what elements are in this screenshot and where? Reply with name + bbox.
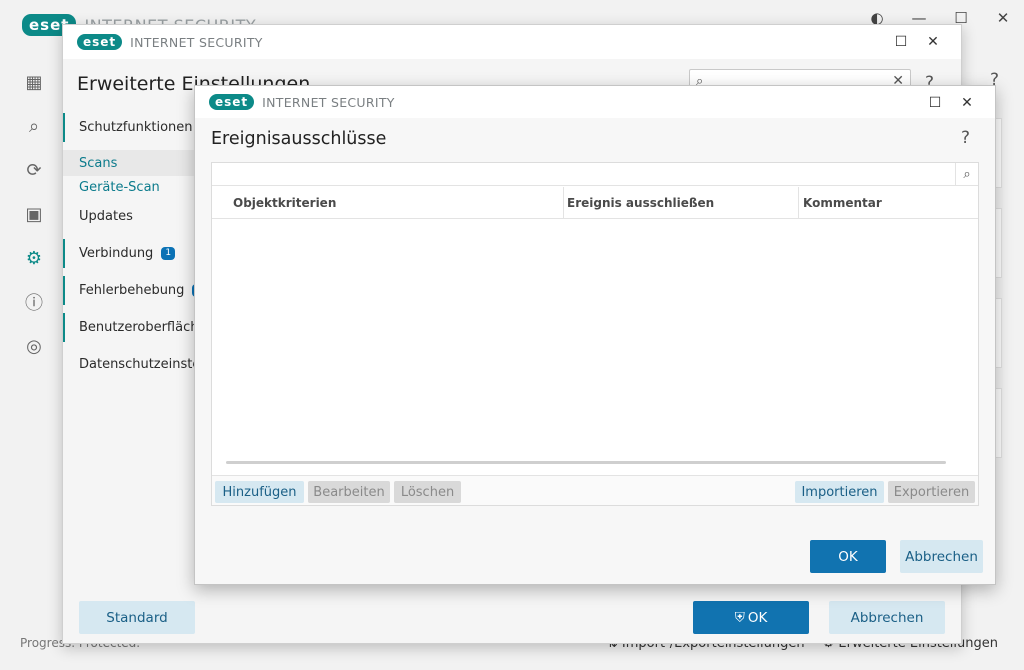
sidebar-subitem-device-scan[interactable]: Geräte-Scan bbox=[63, 176, 203, 198]
table-header: Objektkriterien Ereignis ausschließen Ko… bbox=[212, 187, 978, 219]
column-header-excluded-event[interactable]: Ereignis ausschließen bbox=[564, 187, 799, 218]
maximize-icon[interactable]: ☐ bbox=[885, 31, 917, 53]
account-icon[interactable]: ◎ bbox=[18, 330, 50, 362]
horizontal-scrollbar[interactable] bbox=[226, 461, 946, 464]
export-button[interactable]: Exportieren bbox=[888, 481, 975, 503]
settings-gear-icon[interactable]: ⚙ bbox=[18, 242, 50, 274]
sidebar-item-connection[interactable]: Verbindung 1 bbox=[63, 235, 203, 272]
tools-icon[interactable]: ▣ bbox=[18, 198, 50, 230]
sidebar-item-privacy[interactable]: Datenschutzeinstellungen bbox=[63, 346, 203, 383]
advanced-ok-button[interactable]: ⛨ OK bbox=[693, 601, 809, 634]
dialog-help-icon[interactable]: ? bbox=[961, 128, 970, 148]
table-actions: Hinzufügen Bearbeiten Löschen Importiere… bbox=[212, 475, 978, 505]
dialog-cancel-button[interactable]: Abbrechen bbox=[900, 540, 983, 573]
scan-icon[interactable]: ⌕ bbox=[18, 110, 50, 142]
advanced-sidebar: Schutzfunktionen 1 Scans Geräte-Scan Upd… bbox=[63, 109, 203, 383]
help-icon[interactable]: ⓘ bbox=[18, 286, 50, 318]
dialog-window-controls: ☐ ✕ bbox=[919, 92, 983, 114]
event-exclusions-dialog: eset INTERNET SECURITY ☐ ✕ Ereignisaussc… bbox=[194, 85, 996, 585]
main-nav: ▦ ⌕ ⟳ ▣ ⚙ ⓘ ◎ bbox=[18, 66, 62, 374]
advanced-product-name: INTERNET SECURITY bbox=[130, 34, 263, 50]
sidebar-item-scans[interactable]: Scans bbox=[63, 150, 203, 176]
sidebar-item-protection[interactable]: Schutzfunktionen 1 bbox=[63, 109, 203, 146]
exclusions-table: ⌕ Objektkriterien Ereignis ausschließen … bbox=[211, 162, 979, 506]
column-header-object-criteria[interactable]: Objektkriterien bbox=[212, 187, 564, 218]
sidebar-item-troubleshooting[interactable]: Fehlerbehebung 1 bbox=[63, 272, 203, 309]
advanced-titlebar: eset INTERNET SECURITY ☐ ✕ bbox=[63, 25, 961, 59]
close-icon[interactable]: ✕ bbox=[982, 8, 1024, 28]
column-header-comment[interactable]: Kommentar bbox=[799, 187, 978, 218]
shield-icon: ⛨ bbox=[734, 609, 745, 626]
edit-button[interactable]: Bearbeiten bbox=[308, 481, 390, 503]
add-button[interactable]: Hinzufügen bbox=[215, 481, 304, 503]
standard-button[interactable]: Standard bbox=[79, 601, 195, 634]
advanced-cancel-button[interactable]: Abbrechen bbox=[829, 601, 945, 634]
import-button[interactable]: Importieren bbox=[795, 481, 884, 503]
sidebar-item-user-interface[interactable]: Benutzeroberfläche bbox=[63, 309, 203, 346]
dialog-title: Ereignisausschlüsse bbox=[211, 129, 387, 149]
advanced-window-controls: ☐ ✕ bbox=[885, 31, 949, 53]
sidebar-item-updates[interactable]: Updates bbox=[63, 198, 203, 235]
notification-badge: 1 bbox=[161, 247, 176, 260]
maximize-icon[interactable]: ☐ bbox=[919, 92, 951, 114]
close-icon[interactable]: ✕ bbox=[951, 92, 983, 114]
dialog-product-name: INTERNET SECURITY bbox=[262, 94, 395, 110]
delete-button[interactable]: Löschen bbox=[394, 481, 461, 503]
eset-logo: eset bbox=[77, 34, 123, 50]
dialog-titlebar: eset INTERNET SECURITY ☐ ✕ bbox=[195, 86, 995, 118]
table-filter-input[interactable]: ⌕ bbox=[212, 163, 978, 186]
close-icon[interactable]: ✕ bbox=[917, 31, 949, 53]
eset-logo: eset bbox=[209, 94, 255, 110]
update-icon[interactable]: ⟳ bbox=[18, 154, 50, 186]
overview-icon[interactable]: ▦ bbox=[18, 66, 50, 98]
dialog-ok-button[interactable]: OK bbox=[810, 540, 886, 573]
search-icon[interactable]: ⌕ bbox=[955, 163, 978, 185]
